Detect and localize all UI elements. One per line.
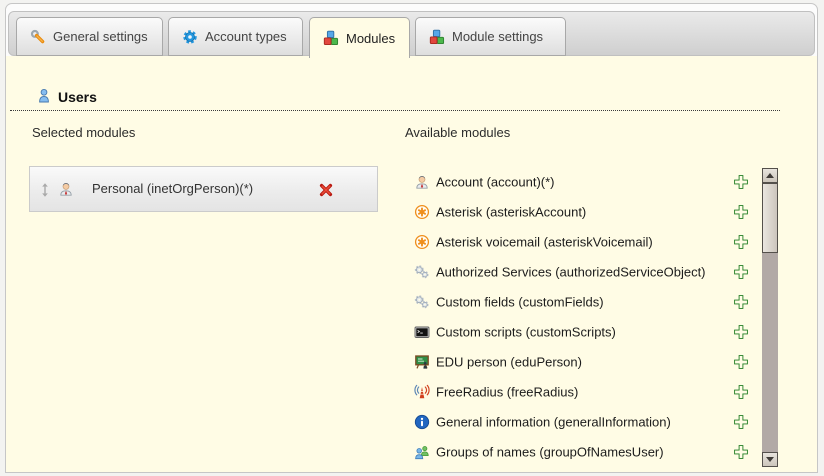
tab-general-settings[interactable]: General settings bbox=[16, 17, 163, 56]
user-icon bbox=[36, 88, 52, 104]
scrollbar-up-button[interactable] bbox=[762, 168, 778, 183]
list-item: FreeRadius (freeRadius) bbox=[408, 377, 758, 407]
selected-module-label: Personal (inetOrgPerson)(*) bbox=[92, 167, 253, 211]
add-module-button[interactable] bbox=[733, 384, 749, 400]
tab-modules[interactable]: Modules bbox=[309, 17, 410, 58]
scrollbar[interactable] bbox=[762, 168, 778, 467]
add-module-button[interactable] bbox=[733, 174, 749, 190]
move-handle-icon[interactable] bbox=[40, 182, 50, 198]
wrench-icon bbox=[30, 29, 46, 45]
terminal-icon bbox=[414, 324, 430, 340]
module-label: General information (generalInformation) bbox=[436, 415, 671, 430]
add-module-button[interactable] bbox=[733, 264, 749, 280]
plus-icon bbox=[733, 354, 749, 370]
gears-icon bbox=[414, 294, 430, 310]
add-module-button[interactable] bbox=[733, 294, 749, 310]
module-label: FreeRadius (freeRadius) bbox=[436, 385, 578, 400]
list-item: General information (generalInformation) bbox=[408, 407, 758, 437]
list-item: Account (account)(*) bbox=[408, 167, 758, 197]
asterisk-icon bbox=[414, 204, 430, 220]
tab-label: Account types bbox=[205, 29, 287, 44]
tab-label: General settings bbox=[53, 29, 148, 44]
tab-module-settings[interactable]: Module settings bbox=[415, 17, 566, 56]
module-label: Custom fields (customFields) bbox=[436, 295, 604, 310]
tab-account-types[interactable]: Account types bbox=[168, 17, 303, 56]
module-label: Custom scripts (customScripts) bbox=[436, 325, 616, 340]
person-icon bbox=[414, 174, 430, 190]
info-icon bbox=[414, 414, 430, 430]
add-module-button[interactable] bbox=[733, 204, 749, 220]
module-label: Asterisk voicemail (asteriskVoicemail) bbox=[436, 235, 653, 250]
plus-icon bbox=[733, 234, 749, 250]
add-module-button[interactable] bbox=[733, 234, 749, 250]
user-group-icon bbox=[414, 444, 430, 460]
module-label: EDU person (eduPerson) bbox=[436, 355, 582, 370]
down-arrow-icon bbox=[766, 457, 774, 462]
settings-window: General settings Account types Modules M… bbox=[5, 3, 818, 473]
remove-module-button[interactable] bbox=[318, 181, 335, 198]
antenna-icon bbox=[414, 384, 430, 400]
plus-icon bbox=[733, 324, 749, 340]
users-section-header: Users bbox=[10, 86, 780, 111]
add-module-button[interactable] bbox=[733, 414, 749, 430]
modules-cubes-icon bbox=[323, 30, 339, 46]
asterisk-icon bbox=[414, 234, 430, 250]
list-item: Groups of names (groupOfNamesUser) bbox=[408, 437, 758, 467]
available-modules-list: Account (account)(*) Asterisk (asteriskA… bbox=[408, 167, 758, 467]
plus-icon bbox=[733, 384, 749, 400]
selected-module-item[interactable]: Personal (inetOrgPerson)(*) bbox=[29, 166, 378, 212]
tab-label: Modules bbox=[346, 31, 395, 46]
scrollbar-down-button[interactable] bbox=[762, 452, 778, 467]
plus-icon bbox=[733, 444, 749, 460]
person-icon bbox=[58, 181, 74, 197]
list-item: Custom scripts (customScripts) bbox=[408, 317, 758, 347]
add-module-button[interactable] bbox=[733, 354, 749, 370]
plus-icon bbox=[733, 174, 749, 190]
selected-modules-label: Selected modules bbox=[32, 125, 135, 140]
module-label: Authorized Services (authorizedServiceOb… bbox=[436, 265, 706, 280]
available-modules-label: Available modules bbox=[405, 125, 510, 140]
add-module-button[interactable] bbox=[733, 444, 749, 460]
gears-icon bbox=[414, 264, 430, 280]
chalkboard-icon bbox=[414, 354, 430, 370]
modules-cubes-icon bbox=[429, 29, 445, 45]
up-arrow-icon bbox=[766, 173, 774, 178]
list-item: Asterisk (asteriskAccount) bbox=[408, 197, 758, 227]
list-item: Authorized Services (authorizedServiceOb… bbox=[408, 257, 758, 287]
list-item: EDU person (eduPerson) bbox=[408, 347, 758, 377]
list-item: Custom fields (customFields) bbox=[408, 287, 758, 317]
scrollbar-thumb[interactable] bbox=[762, 183, 778, 253]
delete-x-icon bbox=[318, 182, 334, 198]
modules-panel: Users Selected modules Available modules… bbox=[6, 56, 817, 472]
module-label: Account (account)(*) bbox=[436, 175, 555, 190]
tab-label: Module settings bbox=[452, 29, 543, 44]
plus-icon bbox=[733, 414, 749, 430]
section-title: Users bbox=[58, 89, 97, 105]
plus-icon bbox=[733, 264, 749, 280]
gear-icon bbox=[182, 29, 198, 45]
plus-icon bbox=[733, 204, 749, 220]
module-label: Asterisk (asteriskAccount) bbox=[436, 205, 586, 220]
list-item: Asterisk voicemail (asteriskVoicemail) bbox=[408, 227, 758, 257]
add-module-button[interactable] bbox=[733, 324, 749, 340]
module-label: Groups of names (groupOfNamesUser) bbox=[436, 445, 664, 460]
plus-icon bbox=[733, 294, 749, 310]
